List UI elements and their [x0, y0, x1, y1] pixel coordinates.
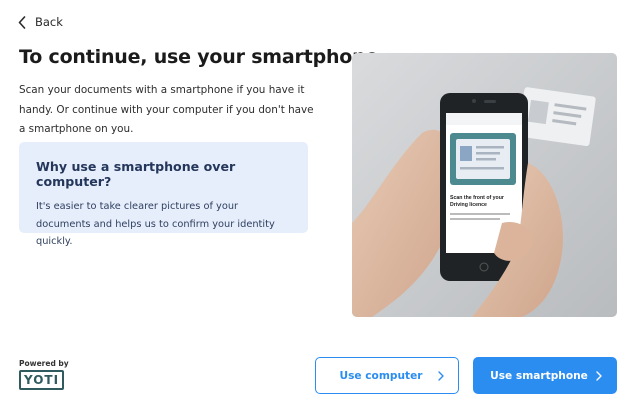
- page-title: To continue, use your smartphone: [19, 46, 379, 68]
- info-body: It's easier to take clearer pictures of …: [36, 201, 275, 247]
- smartphone-scan-illustration: Scan the front of your Driving licence: [352, 53, 617, 317]
- powered-by-label: Powered by: [19, 359, 69, 368]
- chevron-right-icon: [596, 371, 602, 384]
- use-smartphone-button[interactable]: Use smartphone: [473, 357, 617, 394]
- yoti-logo: YOTI: [19, 370, 64, 390]
- use-computer-button[interactable]: Use computer: [315, 357, 459, 394]
- use-computer-label: Use computer: [339, 369, 423, 382]
- info-box: Why use a smartphone over computer? It's…: [19, 142, 308, 247]
- back-label: Back: [35, 15, 63, 29]
- chevron-left-icon: [18, 15, 26, 29]
- info-heading: Why use a smartphone over computer?: [36, 159, 236, 189]
- chevron-right-icon: [438, 371, 444, 384]
- use-smartphone-label: Use smartphone: [490, 369, 588, 382]
- back-button[interactable]: Back: [18, 12, 63, 32]
- intro-text: Scan your documents with a smartphone if…: [19, 84, 314, 135]
